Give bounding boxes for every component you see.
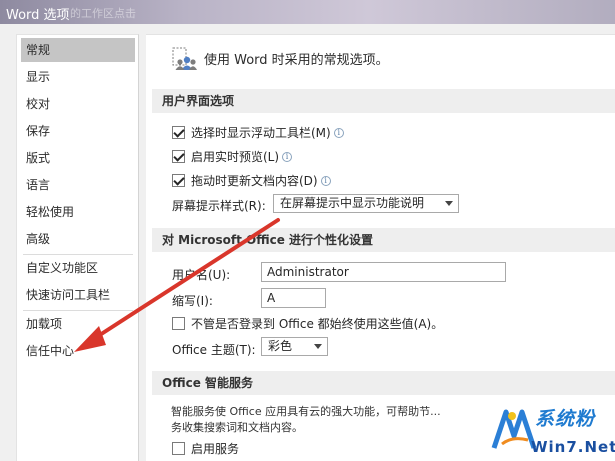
checkbox-enable-services[interactable] bbox=[172, 442, 185, 455]
checkbox-live-preview[interactable] bbox=[172, 150, 185, 163]
sidebar-item-save[interactable]: 保存 bbox=[21, 119, 135, 143]
dialog-frame: 常规 显示 校对 保存 版式 语言 轻松使用 高级 自定义功能区 快速访问工具栏… bbox=[0, 24, 615, 461]
options-content: 使用 Word 时采用的常规选项。 用户界面选项 选择时显示浮动工具栏(M) i … bbox=[146, 34, 615, 461]
username-field[interactable]: Administrator bbox=[261, 262, 506, 282]
page-description: 使用 Word 时采用的常规选项。 bbox=[204, 53, 389, 68]
enable-services-label: 启用服务 bbox=[191, 442, 240, 456]
general-options-icon bbox=[172, 47, 197, 70]
username-label: 用户名(U): bbox=[172, 268, 231, 282]
options-sidebar: 常规 显示 校对 保存 版式 语言 轻松使用 高级 自定义功能区 快速访问工具栏… bbox=[16, 34, 139, 461]
section-header-personalize: 对 Microsoft Office 进行个性化设置 bbox=[152, 228, 615, 252]
sidebar-item-customize-ribbon[interactable]: 自定义功能区 bbox=[21, 256, 135, 280]
option-live-preview: 启用实时预览(L) i bbox=[191, 148, 293, 165]
window-title: Word 选项 bbox=[6, 8, 70, 23]
office-theme-select[interactable]: 彩色 bbox=[261, 337, 328, 356]
sidebar-item-general[interactable]: 常规 bbox=[21, 38, 135, 62]
watermark-url: Win7.Net bbox=[531, 438, 615, 456]
chevron-down-icon bbox=[445, 201, 453, 206]
info-icon[interactable]: i bbox=[333, 128, 344, 138]
sidebar-item-proofing[interactable]: 校对 bbox=[21, 92, 135, 116]
sidebar-item-quick-access-toolbar[interactable]: 快速访问工具栏 bbox=[21, 283, 135, 307]
option-update-while-dragging: 拖动时更新文档内容(D) i bbox=[191, 172, 331, 189]
option-live-preview-label: 启用实时预览(L) bbox=[191, 150, 280, 164]
option-update-while-dragging-label: 拖动时更新文档内容(D) bbox=[191, 174, 318, 188]
sidebar-item-language[interactable]: 语言 bbox=[21, 173, 135, 197]
office-theme-value: 彩色 bbox=[268, 339, 293, 353]
checkbox-always-use-values[interactable] bbox=[172, 317, 185, 330]
option-mini-toolbar-label: 选择时显示浮动工具栏(M) bbox=[191, 126, 331, 140]
initials-field[interactable]: A bbox=[261, 288, 326, 308]
sidebar-item-trust-center[interactable]: 信任中心 bbox=[21, 339, 135, 363]
watermark-brand: 系统粉 bbox=[535, 408, 596, 430]
office-theme-label: Office 主题(T): bbox=[172, 343, 256, 357]
sidebar-item-add-ins[interactable]: 加载项 bbox=[21, 312, 135, 336]
section-header-ui-options: 用户界面选项 bbox=[152, 89, 615, 113]
checkbox-mini-toolbar[interactable] bbox=[172, 126, 185, 139]
screentip-style-select[interactable]: 在屏幕提示中显示功能说明 bbox=[273, 194, 459, 213]
screentip-style-value: 在屏幕提示中显示功能说明 bbox=[280, 196, 425, 210]
option-mini-toolbar: 选择时显示浮动工具栏(M) i bbox=[191, 124, 344, 141]
sidebar-item-layout[interactable]: 版式 bbox=[21, 146, 135, 170]
info-icon[interactable]: i bbox=[282, 152, 293, 162]
window-title-ghost-text: 的工作区点击 bbox=[70, 7, 136, 20]
sidebar-item-advanced[interactable]: 高级 bbox=[21, 227, 135, 251]
section-header-intelligent-services: Office 智能服务 bbox=[152, 371, 615, 395]
title-bar: Word 选项 的工作区点击 bbox=[0, 0, 615, 24]
sidebar-divider bbox=[23, 254, 133, 255]
screentip-style-label: 屏幕提示样式(R): bbox=[172, 199, 266, 213]
chevron-down-icon bbox=[314, 344, 322, 349]
always-use-values-label: 不管是否登录到 Office 都始终使用这些值(A)。 bbox=[191, 317, 444, 331]
info-icon[interactable]: i bbox=[320, 176, 331, 186]
sidebar-item-display[interactable]: 显示 bbox=[21, 65, 135, 89]
sidebar-divider bbox=[23, 310, 133, 311]
checkbox-update-while-dragging[interactable] bbox=[172, 174, 185, 187]
sidebar-item-ease-of-access[interactable]: 轻松使用 bbox=[21, 200, 135, 224]
initials-label: 缩写(I): bbox=[172, 294, 213, 308]
